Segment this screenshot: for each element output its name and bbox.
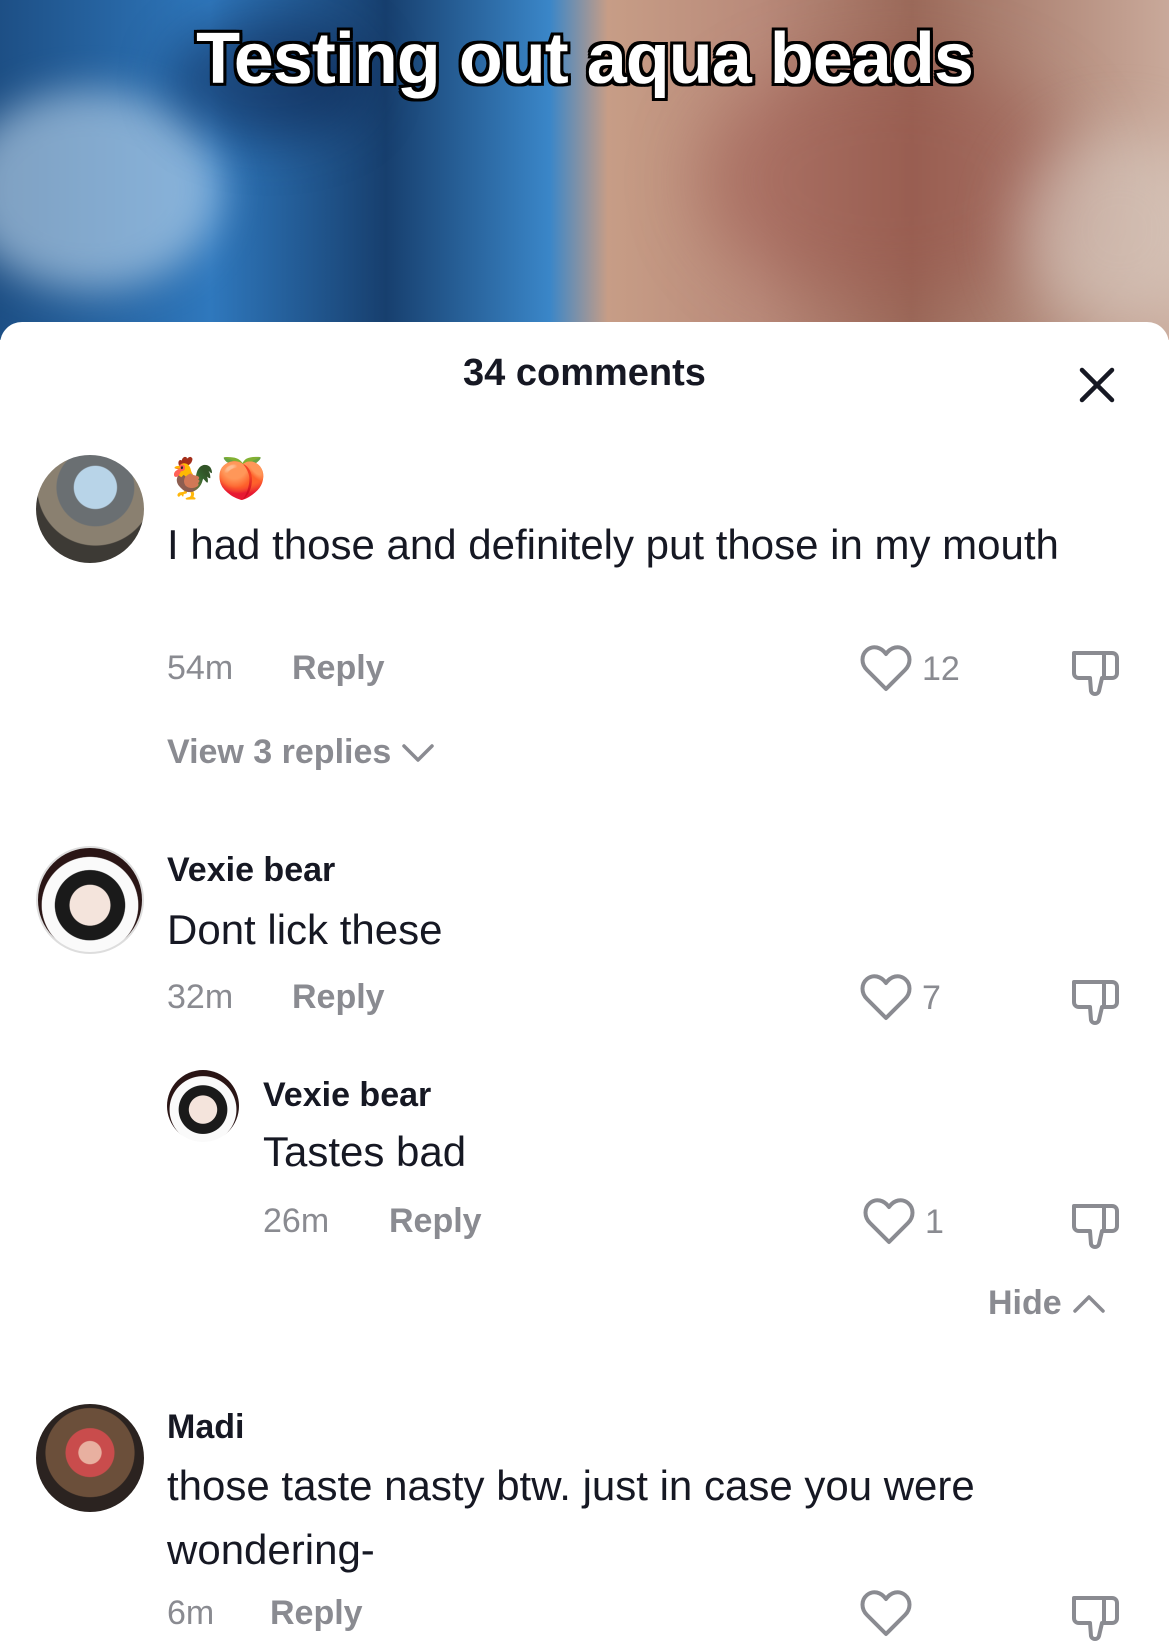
video-blur (0, 90, 220, 290)
comment-time: 54m (167, 649, 234, 687)
avatar[interactable] (36, 1404, 144, 1512)
dislike-icon[interactable] (1068, 1198, 1124, 1254)
like-button[interactable]: 12 (860, 645, 960, 693)
avatar[interactable] (36, 846, 144, 954)
comment-item: 🐓🍑 I had those and definitely put those … (0, 455, 1169, 785)
video-preview[interactable]: Testing out aqua beads (0, 0, 1169, 340)
dislike-icon[interactable] (1068, 645, 1124, 701)
comment-time: 26m (263, 1202, 330, 1240)
chevron-up-icon (1072, 1294, 1105, 1313)
like-count: 12 (922, 649, 960, 688)
video-caption: Testing out aqua beads (196, 19, 974, 99)
comment-time: 32m (167, 978, 234, 1016)
comment-username[interactable]: Madi (167, 1408, 244, 1447)
hide-replies-button[interactable]: Hide (988, 1284, 1106, 1323)
avatar[interactable] (167, 1070, 239, 1142)
reply-button[interactable]: Reply (292, 649, 385, 688)
comment-text: Dont lick these (167, 906, 443, 953)
close-icon[interactable] (1074, 362, 1120, 408)
view-replies-button[interactable]: View 3 replies (167, 733, 435, 772)
heart-icon (860, 645, 912, 691)
comment-item: Madi those taste nasty btw. just in case… (0, 1404, 1169, 1649)
chevron-down-icon (402, 743, 435, 762)
hide-replies-label: Hide (988, 1284, 1062, 1322)
dislike-icon[interactable] (1068, 974, 1124, 1030)
like-count: 7 (922, 978, 941, 1017)
dislike-icon[interactable] (1068, 1590, 1124, 1646)
comment-item: Vexie bear Dont lick these 32m Reply 7 (0, 846, 1169, 1036)
comment-username[interactable]: Vexie bear (167, 851, 335, 890)
comment-time: 6m (167, 1594, 215, 1632)
comments-header: 34 comments (0, 322, 1169, 432)
comments-count-title: 34 comments (463, 352, 706, 394)
heart-icon (860, 974, 912, 1020)
comment-text: I had those and definitely put those in … (167, 521, 1059, 568)
like-button[interactable] (860, 1590, 922, 1638)
comment-username[interactable]: 🐓🍑 (167, 455, 267, 502)
like-button[interactable]: 1 (863, 1198, 944, 1246)
reply-button[interactable]: Reply (292, 978, 385, 1017)
view-replies-label: View 3 replies (167, 733, 392, 771)
heart-icon (860, 1590, 912, 1636)
comment-text: Tastes bad (263, 1128, 467, 1175)
reply-button[interactable]: Reply (389, 1202, 482, 1241)
comments-panel: 34 comments 🐓🍑 I had those and definitel… (0, 322, 1169, 1649)
reply-button[interactable]: Reply (270, 1594, 363, 1633)
reply-item: Vexie bear Tastes bad 26m Reply 1 Hide (0, 1070, 1169, 1322)
like-button[interactable]: 7 (860, 974, 941, 1022)
heart-icon (863, 1198, 915, 1244)
comment-text: those taste nasty btw. just in case you … (167, 1462, 975, 1573)
comment-username[interactable]: Vexie bear (263, 1076, 431, 1115)
like-count: 1 (925, 1202, 944, 1241)
avatar[interactable] (36, 455, 144, 563)
